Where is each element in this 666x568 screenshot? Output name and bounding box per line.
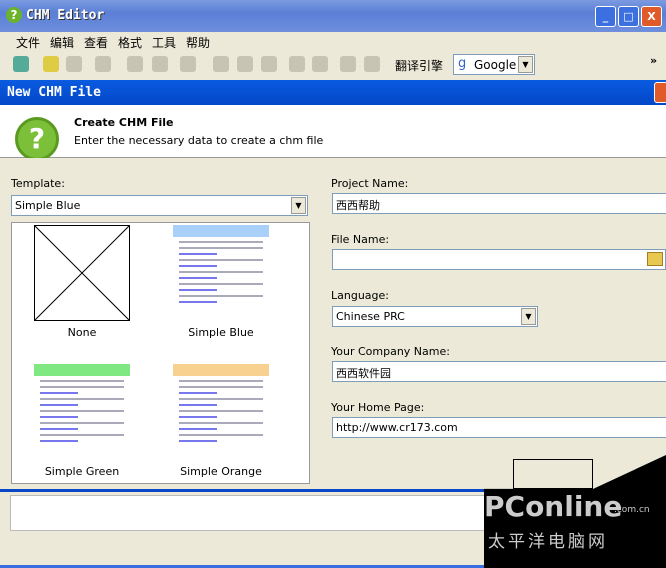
company-label: Your Company Name: [331, 345, 450, 358]
menu-bar: 文件 编辑 查看 格式 工具 帮助 [0, 32, 666, 51]
template-preview-list[interactable]: None Simple Blue Simple Green Simple Ora… [11, 222, 310, 484]
template-blue-thumbnail[interactable] [173, 225, 269, 321]
google-icon: g [458, 56, 467, 71]
template-orange-thumbnail[interactable] [173, 364, 269, 460]
menu-view[interactable]: 查看 [84, 34, 108, 51]
dialog-header: ? Create CHM File Enter the necessary da… [0, 105, 666, 161]
paste-icon[interactable] [261, 56, 277, 72]
template-blue-label: Simple Blue [188, 326, 254, 339]
undo-icon[interactable] [289, 56, 305, 72]
dialog-close-button[interactable] [654, 82, 666, 103]
app-icon: ? [6, 7, 22, 23]
template-green-thumbnail[interactable] [34, 364, 130, 460]
minimize-button[interactable]: _ [595, 6, 616, 27]
project-name-label: Project Name: [331, 177, 409, 190]
copy-icon[interactable] [237, 56, 253, 72]
language-value: Chinese PRC [336, 310, 405, 323]
file-name-label: File Name: [331, 233, 390, 246]
engine-value: Google [474, 58, 517, 72]
back-icon[interactable] [127, 56, 143, 72]
template-green-label: Simple Green [44, 465, 120, 478]
ok-button[interactable] [513, 459, 593, 489]
toolbar: 翻译引擎 » [0, 52, 666, 78]
menu-tools[interactable]: 工具 [152, 34, 176, 51]
toolbar-overflow[interactable]: » [650, 54, 657, 67]
template-orange-label: Simple Orange [180, 465, 262, 478]
folder-open-icon[interactable] [647, 252, 663, 266]
header-subtitle: Enter the necessary data to create a chm… [74, 134, 324, 147]
help-wizard-icon: ? [15, 117, 59, 161]
watermark-domain: .com.cn [614, 505, 650, 515]
watermark-cn: 太平洋电脑网 [488, 532, 608, 552]
dialog-title: New CHM File [0, 80, 666, 105]
header-title: Create CHM File [74, 116, 174, 129]
project-name-input[interactable]: 西西帮助 [332, 193, 666, 214]
chevron-down-icon[interactable]: ▼ [291, 197, 306, 214]
menu-edit[interactable]: 编辑 [50, 34, 74, 51]
company-input[interactable]: 西西软件园 [332, 361, 666, 382]
menu-help[interactable]: 帮助 [186, 34, 210, 51]
file-name-input[interactable] [332, 249, 666, 270]
forward-icon[interactable] [152, 56, 168, 72]
save-icon[interactable] [66, 56, 82, 72]
homepage-input[interactable]: http://www.cr173.com [332, 417, 666, 438]
chevron-down-icon[interactable]: ▼ [521, 308, 536, 325]
refresh-icon[interactable] [180, 56, 196, 72]
engine-label: 翻译引擎 [395, 59, 444, 73]
title-bar: ? CHM Editor _ □ X [0, 0, 666, 32]
redo-icon[interactable] [312, 56, 328, 72]
maximize-button[interactable]: □ [618, 6, 639, 27]
link-icon[interactable] [340, 56, 356, 72]
settings-icon[interactable] [95, 56, 111, 72]
engine-select[interactable]: g Google ▼ [453, 54, 535, 75]
menu-format[interactable]: 格式 [118, 34, 142, 51]
template-none-label: None [67, 326, 97, 339]
close-button[interactable]: X [641, 6, 662, 27]
cut-icon[interactable] [213, 56, 229, 72]
new-icon[interactable] [13, 56, 29, 72]
window-title: CHM Editor [26, 8, 105, 23]
chevron-down-icon[interactable]: ▼ [518, 56, 533, 73]
watermark-brand: PConline [484, 490, 623, 523]
language-select[interactable]: Chinese PRC ▼ [332, 306, 538, 327]
language-label: Language: [331, 289, 389, 302]
menu-file[interactable]: 文件 [16, 34, 40, 51]
homepage-label: Your Home Page: [331, 401, 425, 414]
template-select[interactable]: Simple Blue ▼ [11, 195, 308, 216]
template-value: Simple Blue [15, 199, 81, 212]
empty-cross-icon [34, 225, 130, 321]
unlink-icon[interactable] [364, 56, 380, 72]
template-none-thumbnail[interactable] [34, 225, 130, 321]
open-icon[interactable] [43, 56, 59, 72]
template-label: Template: [11, 177, 65, 190]
